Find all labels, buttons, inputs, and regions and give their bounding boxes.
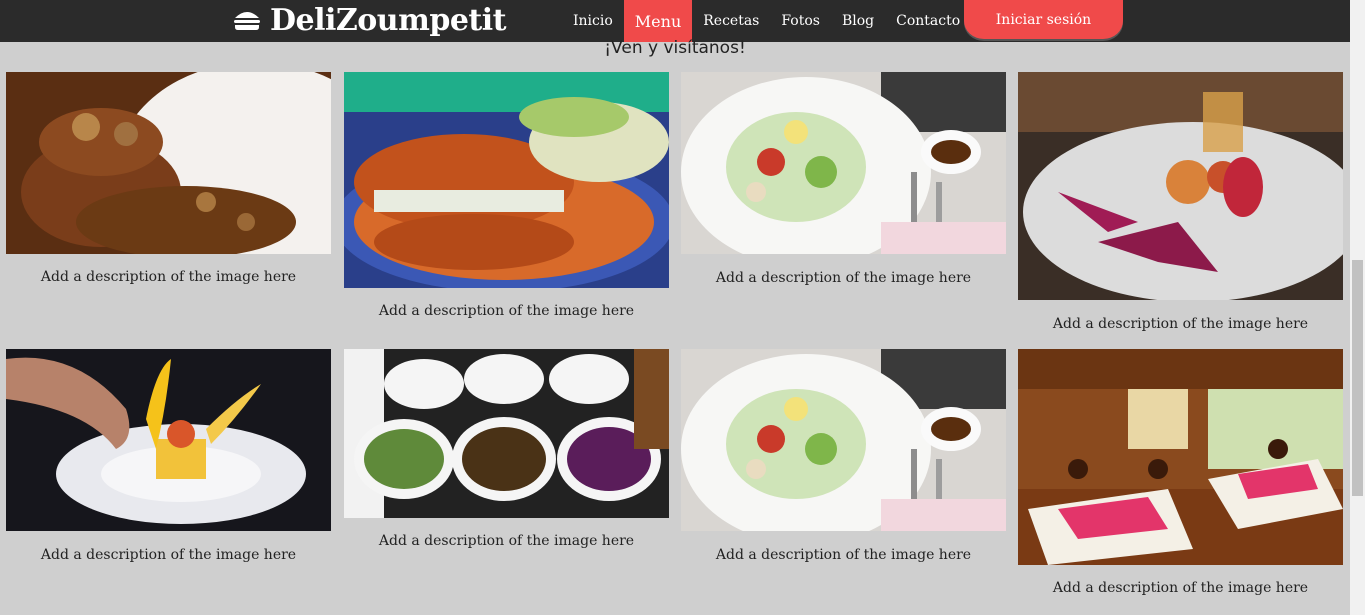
food-image xyxy=(6,349,331,531)
burger-icon xyxy=(234,12,260,30)
scrollbar-thumb[interactable] xyxy=(1352,260,1363,496)
gallery-item[interactable]: Add a description of the image here xyxy=(6,72,331,285)
top-navbar: DeliZoumpetit Inicio Menu Recetas Fotos … xyxy=(0,0,1350,42)
food-image xyxy=(681,349,1006,531)
image-caption: Add a description of the image here xyxy=(1052,580,1309,596)
image-caption: Add a description of the image here xyxy=(378,533,635,549)
section-subtitle: ¡Ven y visítanos! xyxy=(604,38,746,58)
login-button[interactable]: Iniciar sesión xyxy=(964,0,1123,39)
food-image xyxy=(1018,349,1343,565)
gallery-item[interactable]: Add a description of the image here xyxy=(681,349,1006,563)
gallery-item[interactable]: Add a description of the image here xyxy=(681,72,1006,286)
image-caption: Add a description of the image here xyxy=(715,270,972,286)
nav-item-contacto[interactable]: Contacto xyxy=(885,0,971,42)
food-image xyxy=(681,72,1006,254)
gallery-item[interactable]: Add a description of the image here xyxy=(344,72,669,319)
image-caption: Add a description of the image here xyxy=(378,303,635,319)
nav-item-inicio[interactable]: Inicio xyxy=(562,0,624,42)
main-nav: Inicio Menu Recetas Fotos Blog Contacto xyxy=(562,0,971,42)
food-image xyxy=(344,349,669,518)
image-caption: Add a description of the image here xyxy=(715,547,972,563)
gallery-item[interactable]: Add a description of the image here xyxy=(6,349,331,563)
gallery-item[interactable]: Add a description of the image here xyxy=(344,349,669,549)
image-caption: Add a description of the image here xyxy=(40,547,297,563)
food-image xyxy=(6,72,331,254)
gallery-item[interactable]: Add a description of the image here xyxy=(1018,72,1343,332)
nav-item-blog[interactable]: Blog xyxy=(831,0,885,42)
image-caption: Add a description of the image here xyxy=(40,269,297,285)
nav-item-menu[interactable]: Menu xyxy=(623,0,693,42)
nav-item-fotos[interactable]: Fotos xyxy=(770,0,831,42)
food-image xyxy=(344,72,669,288)
image-caption: Add a description of the image here xyxy=(1052,316,1309,332)
brand-name: DeliZoumpetit xyxy=(270,2,507,38)
food-image xyxy=(1018,72,1343,300)
nav-item-recetas[interactable]: Recetas xyxy=(692,0,770,42)
gallery-item[interactable]: Add a description of the image here xyxy=(1018,349,1343,596)
brand[interactable]: DeliZoumpetit xyxy=(232,2,507,38)
